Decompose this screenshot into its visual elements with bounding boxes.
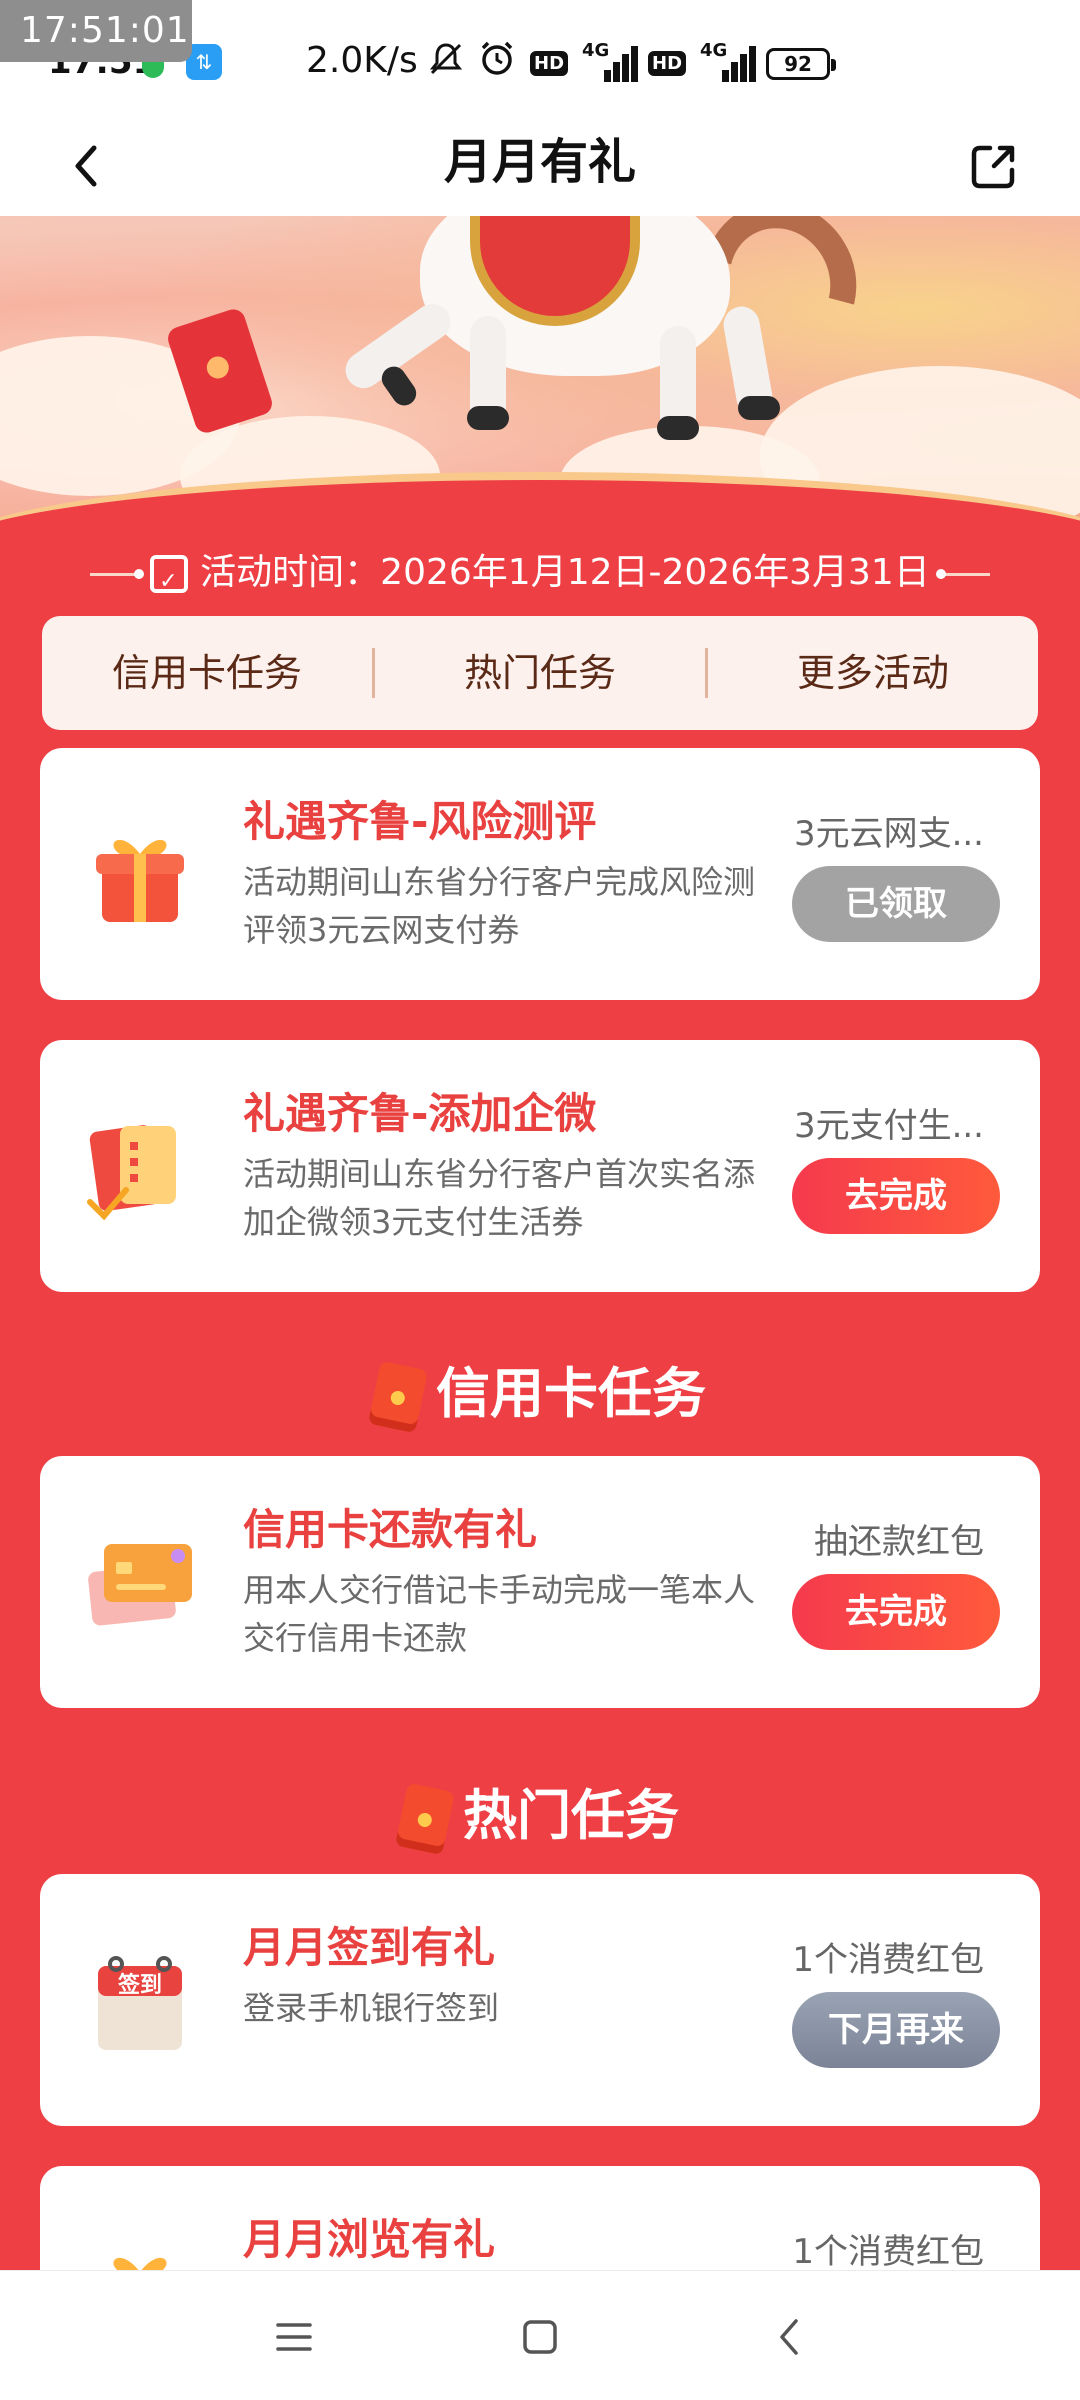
task-card-credit-repayment: 信用卡还款有礼 用本人交行借记卡手动完成一笔本人交行信用卡还款 抽还款红包 去完… bbox=[40, 1456, 1040, 1708]
section-header-credit-card: 信用卡任务 bbox=[0, 1354, 1080, 1434]
task-card-add-wecom: 礼遇齐鲁-添加企微 活动期间山东省分行客户首次实名添加企微领3元支付生活券 3元… bbox=[40, 1040, 1040, 1292]
divider-left bbox=[90, 568, 145, 579]
tab-credit-card-tasks[interactable]: 信用卡任务 bbox=[42, 616, 372, 730]
task-title: 礼遇齐鲁-添加企微 bbox=[243, 1089, 597, 1138]
system-nav-bar bbox=[0, 2270, 1080, 2400]
complete-button[interactable]: 去完成 bbox=[792, 1158, 1000, 1234]
task-reward: 3元云网支... bbox=[793, 814, 984, 854]
share-icon bbox=[971, 145, 1015, 189]
menu-icon bbox=[276, 2323, 312, 2351]
nav-bar: 月月有礼 bbox=[0, 118, 1080, 216]
coupon-card-icon bbox=[80, 1106, 200, 1226]
task-title: 礼遇齐鲁-风险测评 bbox=[243, 797, 597, 846]
alarm-clock-icon bbox=[478, 40, 516, 87]
task-card-risk-assessment: 礼遇齐鲁-风险测评 活动期间山东省分行客户完成风险测评领3元云网支付券 3元云网… bbox=[40, 748, 1040, 1000]
signal-icon: 4G bbox=[582, 40, 639, 82]
task-description: 用本人交行借记卡手动完成一笔本人交行信用卡还款 bbox=[243, 1571, 756, 1657]
home-button[interactable] bbox=[510, 2307, 570, 2367]
task-title: 月月浏览有礼 bbox=[243, 2215, 496, 2264]
task-description: 登录手机银行签到 bbox=[243, 1989, 500, 2027]
activity-time: 活动时间：2026年1月12日-2026年3月31日 bbox=[0, 548, 1080, 607]
task-reward: 抽还款红包 bbox=[814, 1522, 984, 1562]
section-title: 热门任务 bbox=[463, 1784, 679, 1847]
divider-right bbox=[935, 568, 990, 579]
battery-icon: 92 bbox=[766, 47, 837, 80]
activity-time-text: 活动时间：2026年1月12日-2026年3月31日 bbox=[200, 552, 930, 593]
clock-overlay: 17:51:01 bbox=[0, 0, 192, 62]
hd-badge-2: HD bbox=[648, 51, 687, 76]
system-back-button[interactable] bbox=[760, 2307, 820, 2367]
square-home-icon bbox=[523, 2320, 557, 2354]
status-icons: HD 4G HD 4G 92 bbox=[428, 40, 837, 87]
red-envelope-icon bbox=[367, 1361, 429, 1434]
task-reward: 1个消费红包 bbox=[792, 2232, 984, 2272]
task-card-monthly-signin: 签到 月月签到有礼 登录手机银行签到 1个消费红包 下月再来 bbox=[40, 1874, 1040, 2126]
credit-card-icon bbox=[80, 1522, 200, 1642]
network-type-label: 4G bbox=[582, 39, 610, 61]
claimed-button[interactable]: 已领取 bbox=[792, 866, 1000, 942]
task-tabs: 信用卡任务 热门任务 更多活动 bbox=[42, 616, 1038, 730]
signin-icon-text: 签到 bbox=[117, 1972, 162, 1998]
task-title: 月月签到有礼 bbox=[243, 1923, 496, 1972]
tab-more-activities[interactable]: 更多活动 bbox=[708, 616, 1038, 730]
tab-hot-tasks[interactable]: 热门任务 bbox=[375, 616, 705, 730]
task-reward: 3元支付生... bbox=[793, 1106, 984, 1146]
next-month-button[interactable]: 下月再来 bbox=[792, 1992, 1000, 2068]
section-header-hot-tasks: 热门任务 bbox=[0, 1776, 1080, 1856]
network-type-label-2: 4G bbox=[700, 39, 728, 61]
red-envelope-icon bbox=[394, 1783, 456, 1856]
sign-in-calendar-icon: 签到 bbox=[80, 1940, 200, 2060]
menu-button[interactable] bbox=[264, 2307, 324, 2367]
calendar-icon bbox=[150, 555, 189, 607]
task-reward: 1个消费红包 bbox=[792, 1940, 984, 1980]
task-description: 活动期间山东省分行客户首次实名添加企微领3元支付生活券 bbox=[243, 1155, 756, 1241]
signal-icon-2: 4G bbox=[700, 40, 757, 82]
complete-button[interactable]: 去完成 bbox=[792, 1574, 1000, 1650]
share-button[interactable] bbox=[964, 136, 1024, 196]
network-speed: 2.0K/s bbox=[306, 40, 418, 81]
chevron-left-icon bbox=[780, 2319, 798, 2355]
gift-box-icon bbox=[80, 814, 200, 934]
task-title: 信用卡还款有礼 bbox=[243, 1505, 538, 1554]
hd-badge: HD bbox=[530, 51, 569, 76]
mute-bell-icon bbox=[428, 41, 464, 86]
banner-image bbox=[0, 216, 1080, 526]
page-title: 月月有礼 bbox=[443, 134, 636, 190]
task-description: 活动期间山东省分行客户完成风险测评领3元云网支付券 bbox=[243, 863, 756, 949]
section-title: 信用卡任务 bbox=[436, 1362, 706, 1425]
